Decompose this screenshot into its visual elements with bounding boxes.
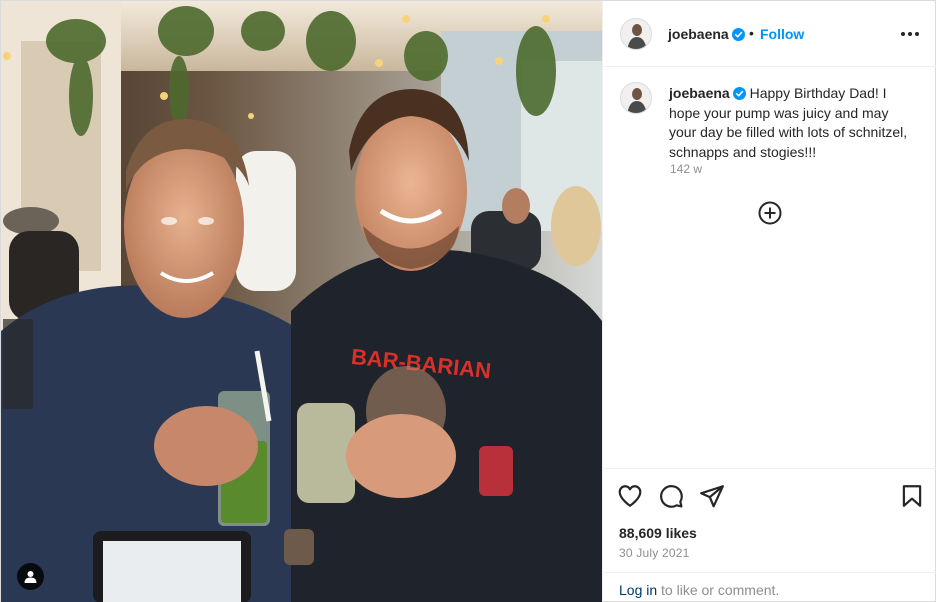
header-separator: • — [749, 25, 754, 41]
more-options-icon[interactable] — [899, 27, 921, 41]
caption-avatar[interactable] — [620, 82, 652, 114]
post-photo-illustration: BAR-BARIAN — [1, 1, 602, 602]
post-date[interactable]: 30 July 2021 — [619, 546, 689, 560]
caption-timestamp[interactable]: 142 w — [670, 162, 702, 176]
avatar[interactable] — [620, 18, 652, 50]
post-photo[interactable]: BAR-BARIAN — [1, 1, 602, 602]
heart-icon[interactable] — [617, 483, 643, 509]
header-username-text[interactable]: joebaena — [668, 26, 729, 42]
header-username[interactable]: joebaena — [668, 26, 745, 42]
login-link[interactable]: Log in — [619, 582, 657, 598]
post-actions: 88,609 likes 30 July 2021 — [603, 468, 936, 572]
caption-avatar-image — [621, 83, 651, 113]
bookmark-icon[interactable] — [899, 483, 925, 509]
follow-button[interactable]: Follow — [760, 26, 804, 42]
login-prompt-text: Log in to like or comment. — [619, 582, 779, 598]
paper-plane-icon[interactable] — [699, 483, 725, 509]
verified-badge-icon — [732, 87, 746, 100]
post-side-panel: joebaena • Follow joebaena Happy Birthda… — [602, 1, 936, 602]
verified-badge-icon — [731, 28, 745, 41]
caption-username[interactable]: joebaena — [669, 85, 730, 101]
add-circle-icon[interactable] — [758, 201, 782, 225]
login-prompt: Log in to like or comment. — [603, 572, 936, 602]
person-tag-icon — [24, 571, 37, 583]
instagram-post: BAR-BARIAN joebaena • Follow joebaena Ha… — [0, 0, 936, 602]
user-tag-button[interactable] — [17, 563, 44, 590]
likes-count[interactable]: 88,609 likes — [619, 525, 697, 541]
comment-icon[interactable] — [658, 483, 684, 509]
post-header: joebaena • Follow — [603, 1, 936, 67]
post-caption: joebaena Happy Birthday Dad! I hope your… — [669, 84, 909, 162]
login-suffix: to like or comment. — [657, 582, 780, 598]
avatar-image — [621, 19, 651, 49]
